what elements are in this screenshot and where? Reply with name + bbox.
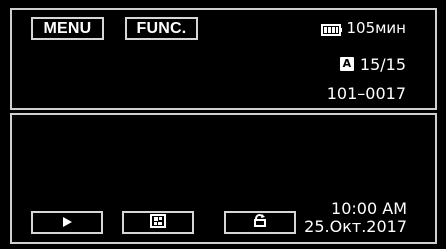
- play-button[interactable]: [31, 211, 103, 234]
- battery-icon: [321, 22, 343, 36]
- recording-mode-line: A 15/15: [339, 54, 406, 74]
- return-button[interactable]: [224, 211, 296, 234]
- file-number: 101–0017: [326, 84, 406, 103]
- time-text: 10:00 AM: [331, 199, 407, 218]
- date-text: 25.Окт.2017: [304, 217, 407, 236]
- func-button-label: FUNC.: [136, 19, 187, 37]
- index-icon: [150, 213, 166, 232]
- playback-panel: 10:00 AM 25.Окт.2017: [10, 113, 437, 244]
- index-button[interactable]: [122, 211, 194, 234]
- play-icon: [61, 213, 73, 232]
- menu-button[interactable]: MENU: [31, 17, 104, 40]
- camera-lcd-screen: MENU FUNC. 105мин A 15/15 101–0017 10:00…: [0, 0, 446, 249]
- battery-time: 105мин: [346, 19, 406, 37]
- info-panel: MENU FUNC. 105мин A 15/15 101–0017: [10, 8, 437, 110]
- func-button[interactable]: FUNC.: [125, 17, 198, 40]
- battery-status: 105мин: [321, 19, 406, 37]
- image-count: 15/15: [359, 54, 406, 74]
- menu-button-label: MENU: [43, 19, 92, 37]
- return-icon: [252, 213, 268, 232]
- mode-badge-icon: A: [339, 57, 354, 71]
- datetime-display: 10:00 AM 25.Окт.2017: [304, 200, 407, 236]
